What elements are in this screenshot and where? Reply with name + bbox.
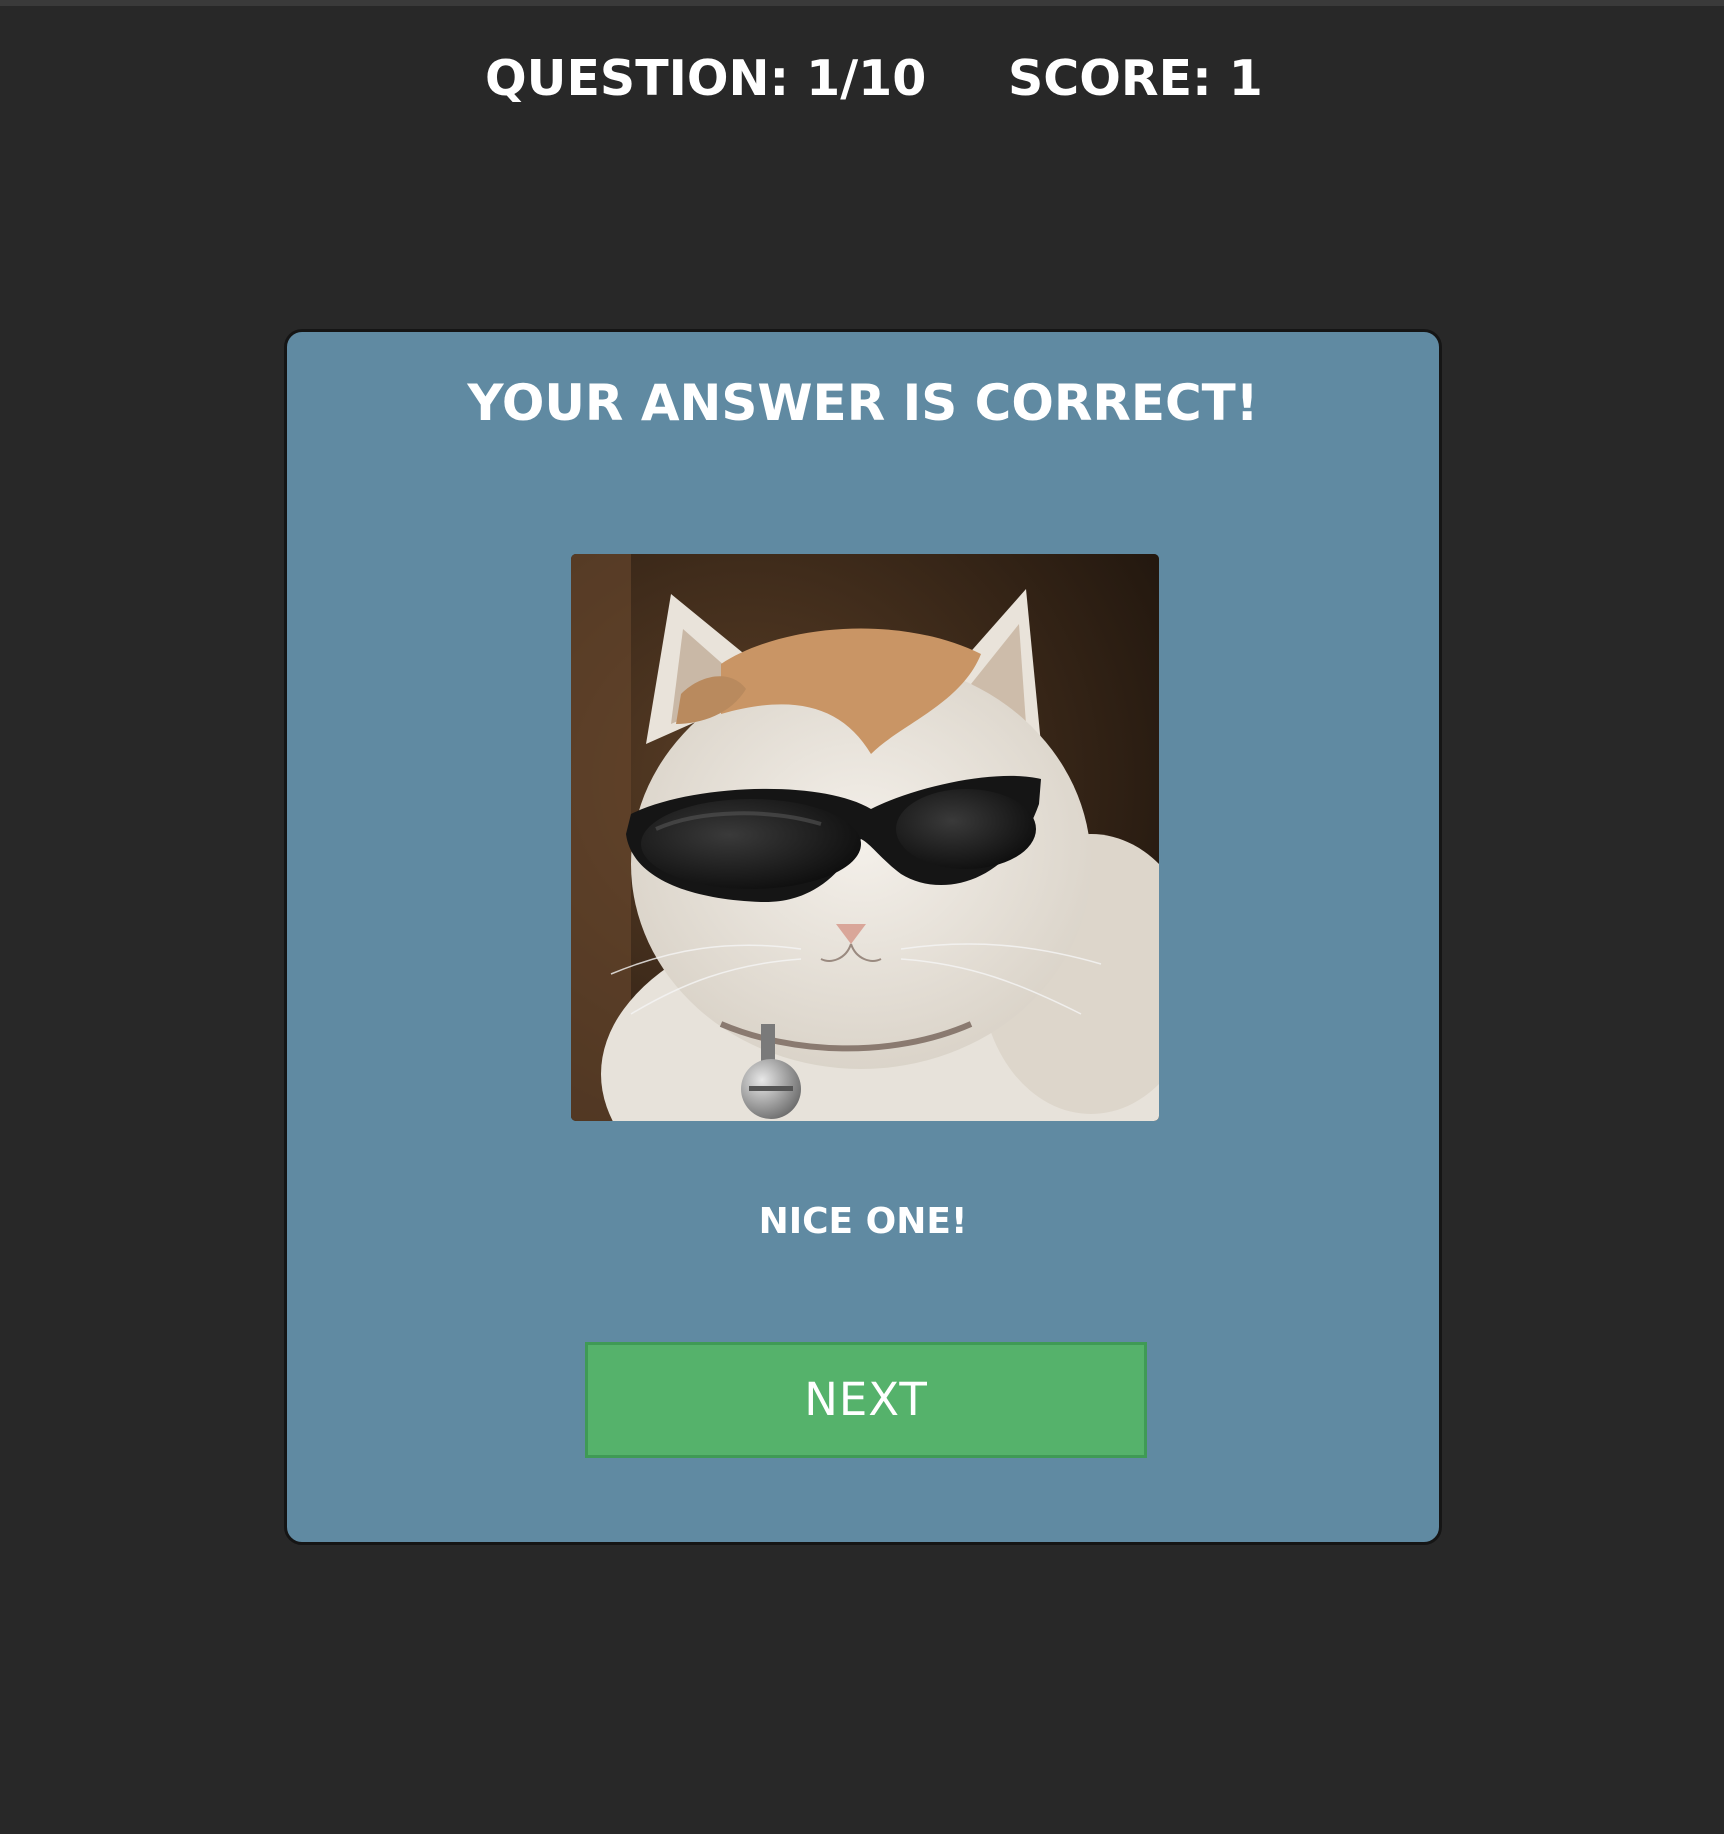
result-title: YOUR ANSWER IS CORRECT!	[467, 374, 1259, 432]
window-top-edge	[0, 0, 1724, 6]
result-card: YOUR ANSWER IS CORRECT! NICE ONE! NEXT	[284, 329, 1442, 1545]
next-button[interactable]: NEXT	[585, 1342, 1147, 1458]
cat-sunglasses-image	[571, 554, 1159, 1121]
feedback-message: NICE ONE!	[758, 1201, 968, 1242]
cat-illustration	[571, 554, 1159, 1121]
question-counter: QUESTION: 1/10	[485, 50, 927, 107]
quiz-status-bar: QUESTION: 1/10 SCORE: 1	[0, 44, 1724, 114]
score-counter: SCORE: 1	[1008, 50, 1263, 107]
